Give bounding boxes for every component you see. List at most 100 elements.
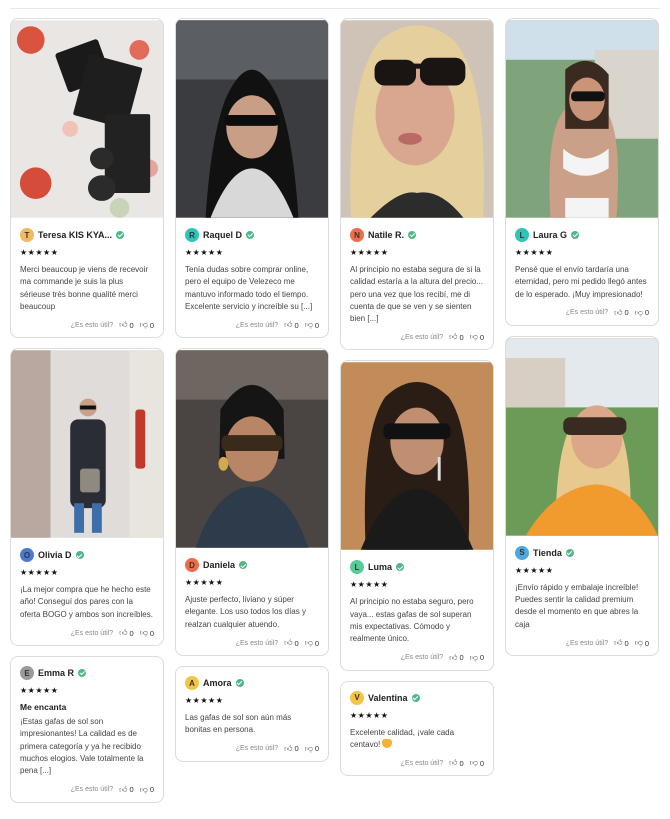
downvote-count: 0 xyxy=(644,308,649,318)
review-photo[interactable] xyxy=(176,349,328,549)
thumbs-down-button[interactable]: 👎︎ 0 xyxy=(470,653,484,663)
thumbs-up-button[interactable]: 👍︎ 0 xyxy=(449,332,464,342)
star-rating: ★★★★★ xyxy=(515,248,554,257)
downvote-count: 0 xyxy=(149,320,154,330)
review-text: Al principio no estaba segura de si la c… xyxy=(350,265,483,324)
review-card[interactable]: A Amora ★★★★★ Las gafas de sol son aún má… xyxy=(175,666,329,762)
star-rating: ★★★★★ xyxy=(350,580,389,590)
review-photo[interactable] xyxy=(11,349,163,539)
review-card[interactable]: S Tienda ★★★★★ ¡Envío rápido y embalaje i… xyxy=(505,335,659,657)
upvote-count: 0 xyxy=(294,320,299,330)
verified-check-icon xyxy=(571,231,580,239)
upvote-count: 0 xyxy=(459,758,464,768)
review-photo[interactable] xyxy=(341,361,493,551)
downvote-count: 0 xyxy=(314,320,319,330)
thumbs-up-icon: 👍︎ xyxy=(284,743,293,753)
review-card[interactable]: L Luma ★★★★★ Al principio no estaba segur… xyxy=(340,360,494,671)
thumbs-up-button[interactable]: 👍︎ 0 xyxy=(449,758,464,768)
thumbs-down-button[interactable]: 👎︎ 0 xyxy=(140,628,154,638)
thumbs-down-button[interactable]: 👎︎ 0 xyxy=(470,758,484,768)
review-card[interactable]: V Valentina ★★★★★ Excelente calidad, ¡val… xyxy=(340,680,494,777)
review-text-content: Excelente calidad, ¡vale cada centavo! xyxy=(350,727,455,749)
thumbs-up-button[interactable]: 👍︎ 0 xyxy=(284,638,299,648)
thumbs-down-icon: 👎︎ xyxy=(139,784,148,794)
helpful-label: ¿Es esto útil? xyxy=(565,639,609,647)
avatar: N xyxy=(350,228,364,242)
helpful-label: ¿Es esto útil? xyxy=(70,786,114,794)
review-photo[interactable] xyxy=(341,19,493,219)
verified-check-icon xyxy=(411,693,420,702)
helpful-label: ¿Es esto útil? xyxy=(400,759,444,767)
thumbs-down-button[interactable]: 👎︎ 0 xyxy=(635,308,649,318)
avatar: D xyxy=(185,558,199,573)
helpful-label: ¿Es esto útil? xyxy=(70,321,114,329)
star-rating: ★★★★★ xyxy=(20,686,59,696)
thumbs-down-icon: 👎︎ xyxy=(469,332,478,342)
thumbs-down-button[interactable]: 👎︎ 0 xyxy=(140,320,154,330)
upvote-count: 0 xyxy=(624,638,629,648)
thumbs-up-button[interactable]: 👍︎ 0 xyxy=(119,785,134,795)
review-card[interactable]: T Teresa KIS KYA... ★★★★★ Merci beaucoup … xyxy=(10,18,164,339)
avatar: L xyxy=(515,228,529,242)
review-card[interactable]: L Laura G ★★★★★ Pensé que el envío tardar… xyxy=(505,18,659,326)
star-rating: ★★★★★ xyxy=(20,248,59,257)
thumbs-up-button[interactable]: 👍︎ 0 xyxy=(614,308,629,318)
review-card[interactable]: R Raquel D ★★★★★ Tenía dudas sobre compra… xyxy=(175,18,329,339)
review-photo[interactable] xyxy=(506,19,658,219)
review-card[interactable]: D Daniela ★★★★★ Ajuste perfecto, liviano … xyxy=(175,348,329,657)
thumbs-up-button[interactable]: 👍︎ 0 xyxy=(284,744,299,754)
thumbs-down-icon: 👎︎ xyxy=(304,320,313,330)
helpful-label: ¿Es esto útil? xyxy=(70,629,114,637)
downvote-count: 0 xyxy=(479,332,484,342)
thumbs-down-button[interactable]: 👎︎ 0 xyxy=(305,744,319,754)
upvote-count: 0 xyxy=(624,308,629,318)
thumbs-up-icon: 👍︎ xyxy=(614,638,623,648)
review-text: Al principio no estaba seguro, pero vaya… xyxy=(350,597,474,644)
review-photo[interactable] xyxy=(506,337,658,537)
review-card[interactable]: E Emma R ★★★★★ Me encanta ¡Estas gafas de… xyxy=(10,656,164,803)
thumbs-up-button[interactable]: 👍︎ 0 xyxy=(119,628,134,638)
downvote-count: 0 xyxy=(149,628,154,638)
review-column-2: R Raquel D ★★★★★ Tenía dudas sobre compra… xyxy=(175,18,329,772)
star-rating: ★★★★★ xyxy=(350,710,389,720)
review-card[interactable]: O Olivia D ★★★★★ ¡La mejor compra que he … xyxy=(10,348,164,647)
thumbs-up-icon: 👍︎ xyxy=(119,628,128,638)
thumbs-up-button[interactable]: 👍︎ 0 xyxy=(449,653,464,663)
thumbs-up-button[interactable]: 👍︎ 0 xyxy=(284,320,299,330)
verified-check-icon xyxy=(246,231,255,239)
review-card[interactable]: N Natile R. ★★★★★ Al principio no estaba … xyxy=(340,18,494,351)
reviewer-name: Olivia D xyxy=(38,550,72,561)
thumbs-up-icon: 👍︎ xyxy=(119,784,128,794)
review-text: ¡Estas gafas de sol son impresionantes! … xyxy=(20,717,144,776)
helpful-label: ¿Es esto útil? xyxy=(400,333,444,341)
thumbs-up-button[interactable]: 👍︎ 0 xyxy=(119,320,134,330)
thumbs-down-button[interactable]: 👎︎ 0 xyxy=(305,320,319,330)
thumbs-up-icon: 👍︎ xyxy=(449,332,458,342)
review-photo[interactable] xyxy=(176,19,328,219)
thumbs-down-button[interactable]: 👎︎ 0 xyxy=(305,638,319,648)
downvote-count: 0 xyxy=(314,744,319,754)
reviewer-name: Tienda xyxy=(533,547,562,558)
avatar: L xyxy=(350,560,364,575)
review-text: ¡La mejor compra que he hecho este año! … xyxy=(20,585,153,619)
avatar: T xyxy=(20,228,34,242)
reviewer-name: Natile R. xyxy=(368,230,405,240)
thumbs-up-icon: 👍︎ xyxy=(119,320,128,330)
verified-check-icon xyxy=(78,669,87,678)
thumbs-down-button[interactable]: 👎︎ 0 xyxy=(635,638,649,648)
upvote-count: 0 xyxy=(129,785,134,795)
star-rating: ★★★★★ xyxy=(350,248,389,257)
review-text: Ajuste perfecto, liviano y súper elegant… xyxy=(185,595,306,629)
review-text: Merci beaucoup je viens de recevoir ma c… xyxy=(20,265,149,311)
avatar: S xyxy=(515,545,529,560)
downvote-count: 0 xyxy=(644,638,649,648)
thumbs-down-button[interactable]: 👎︎ 0 xyxy=(140,785,154,795)
downvote-count: 0 xyxy=(479,758,484,768)
verified-check-icon xyxy=(239,561,248,570)
helpful-label: ¿Es esto útil? xyxy=(235,639,279,647)
thumbs-up-icon: 👍︎ xyxy=(614,307,623,317)
thumbs-up-button[interactable]: 👍︎ 0 xyxy=(614,638,629,648)
thumbs-down-button[interactable]: 👎︎ 0 xyxy=(470,332,484,342)
review-photo[interactable] xyxy=(11,19,163,219)
thumbs-down-icon: 👎︎ xyxy=(139,628,148,638)
